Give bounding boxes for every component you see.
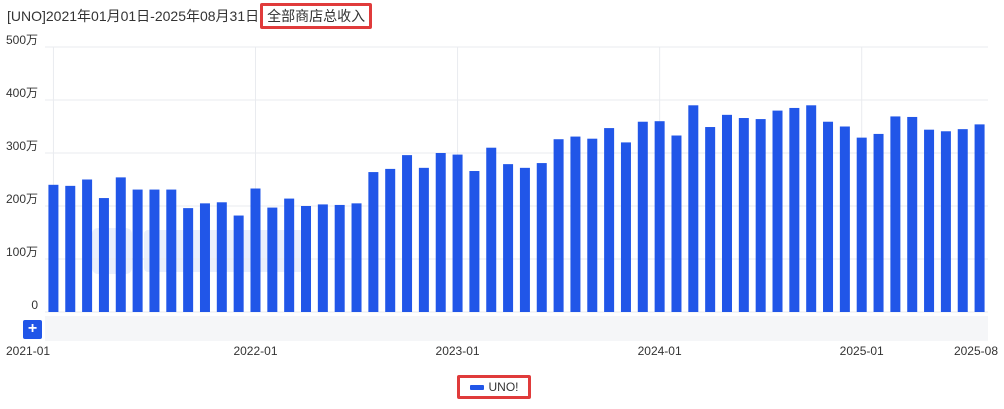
y-tick-label: 200万 [6, 192, 38, 206]
bar [823, 121, 834, 312]
bar [789, 107, 800, 312]
bar [587, 138, 598, 312]
bar [486, 147, 497, 312]
bar [839, 126, 850, 312]
bar [620, 142, 631, 312]
bar [503, 164, 514, 312]
bar [519, 167, 530, 312]
bar [873, 133, 884, 312]
zoom-in-button[interactable]: + [23, 320, 42, 339]
bar [368, 172, 379, 312]
x-tick-label: 2025-08 [954, 344, 998, 358]
bar [705, 127, 716, 312]
y-tick-label: 100万 [6, 245, 38, 259]
bar [334, 204, 345, 312]
bar [907, 116, 918, 313]
bar [199, 203, 210, 312]
bar [570, 136, 581, 312]
bar [772, 110, 783, 312]
bar [317, 204, 328, 312]
bar [385, 168, 396, 312]
bar [267, 207, 278, 312]
legend[interactable]: UNO! [457, 375, 531, 399]
zoom-scrollbar[interactable] [45, 316, 988, 341]
y-tick-label: 400万 [6, 86, 38, 100]
bar [469, 171, 480, 312]
bar [65, 185, 76, 312]
bar [82, 179, 93, 312]
bar [301, 206, 312, 312]
bar [351, 203, 362, 312]
bar [183, 208, 194, 312]
bar [688, 105, 699, 312]
x-tick-label: 2022-01 [233, 344, 277, 358]
bar [132, 189, 143, 312]
bar [755, 119, 766, 312]
bar [637, 121, 648, 312]
x-tick-label: 2024-01 [638, 344, 682, 358]
bar [418, 167, 429, 312]
legend-label: UNO! [488, 380, 519, 394]
bar [738, 118, 749, 313]
y-tick-label: 0 [31, 298, 38, 312]
bar [940, 131, 951, 312]
bar [233, 215, 244, 312]
bar [806, 105, 817, 312]
bar [924, 129, 935, 312]
bar [402, 155, 413, 312]
x-tick-label: 2021-01 [6, 344, 50, 358]
y-tick-label: 300万 [6, 139, 38, 153]
bar [536, 163, 547, 312]
x-tick-label: 2023-01 [436, 344, 480, 358]
bar [48, 184, 59, 312]
bar [671, 135, 682, 312]
x-tick-label: 2025-01 [840, 344, 884, 358]
bar [284, 198, 295, 312]
bar [115, 177, 126, 312]
bar-chart: 0 100万 200万 300万 400万 500万 2021-01 2022-01 2023-… [6, 33, 998, 358]
bar [957, 129, 968, 312]
bar [435, 153, 446, 312]
bar [654, 121, 665, 312]
bar [856, 137, 867, 312]
bar [553, 139, 564, 312]
bar [452, 154, 463, 312]
y-tick-label: 500万 [6, 33, 38, 47]
bar [890, 116, 901, 313]
bar [604, 128, 615, 312]
bar [149, 189, 160, 312]
bar [974, 124, 985, 312]
bar [721, 114, 732, 312]
bar [216, 202, 227, 312]
bar [250, 188, 261, 312]
legend-swatch [469, 384, 484, 390]
bar [98, 198, 109, 312]
bar [166, 189, 177, 312]
